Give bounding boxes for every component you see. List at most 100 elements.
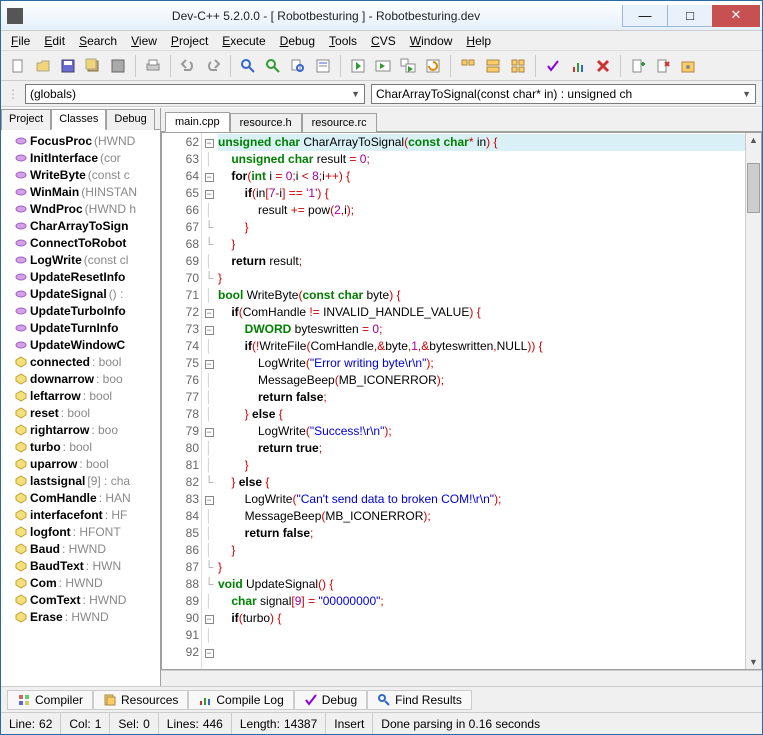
class-item[interactable]: WinMain (HINSTAN: [1, 183, 160, 200]
left-tab-classes[interactable]: Classes: [51, 109, 106, 130]
bottom-tab-find-results[interactable]: Find Results: [367, 690, 472, 710]
class-item[interactable]: UpdateResetInfo: [1, 268, 160, 285]
class-item[interactable]: reset : bool: [1, 404, 160, 421]
menu-window[interactable]: Window: [404, 32, 459, 50]
class-item[interactable]: WriteByte (const c: [1, 166, 160, 183]
left-tab-debug[interactable]: Debug: [106, 109, 154, 130]
find-icon[interactable]: [237, 55, 259, 77]
class-item[interactable]: ConnectToRobot: [1, 234, 160, 251]
minimize-button[interactable]: —: [622, 5, 668, 27]
fold-toggle-icon[interactable]: −: [205, 173, 214, 182]
fold-toggle-icon[interactable]: −: [205, 309, 214, 318]
new-icon[interactable]: [7, 55, 29, 77]
combo-grip-icon[interactable]: ⋮: [7, 87, 19, 101]
redo-icon[interactable]: [202, 55, 224, 77]
undo-icon[interactable]: [177, 55, 199, 77]
class-tree[interactable]: FocusProc (HWND InitInterface (corWriteB…: [1, 130, 160, 670]
compile-icon[interactable]: [347, 55, 369, 77]
left-tab-project[interactable]: Project: [1, 109, 51, 130]
maximize-button[interactable]: □: [667, 5, 713, 27]
compile-run-icon[interactable]: [397, 55, 419, 77]
scope-combo[interactable]: (globals)▼: [25, 84, 365, 104]
class-item[interactable]: leftarrow : bool: [1, 387, 160, 404]
rebuild-icon[interactable]: [422, 55, 444, 77]
menu-tools[interactable]: Tools: [323, 32, 363, 50]
fold-toggle-icon[interactable]: −: [205, 615, 214, 624]
editor-vscroll[interactable]: ▲ ▼: [745, 133, 761, 669]
class-item[interactable]: ComText : HWND: [1, 591, 160, 608]
class-item[interactable]: CharArrayToSign: [1, 217, 160, 234]
tree-hscroll[interactable]: [1, 670, 160, 686]
cascade-icon[interactable]: [507, 55, 529, 77]
fold-toggle-icon[interactable]: −: [205, 360, 214, 369]
save-as-icon[interactable]: [107, 55, 129, 77]
class-item[interactable]: uparrow : bool: [1, 455, 160, 472]
replace-icon[interactable]: [262, 55, 284, 77]
remove-file-icon[interactable]: [652, 55, 674, 77]
class-item[interactable]: lastsignal [9] : cha: [1, 472, 160, 489]
doc-tab-resource-rc[interactable]: resource.rc: [302, 113, 377, 132]
menu-file[interactable]: File: [5, 32, 36, 50]
class-item[interactable]: FocusProc (HWND: [1, 132, 160, 149]
save-icon[interactable]: [57, 55, 79, 77]
doc-tab-main-cpp[interactable]: main.cpp: [165, 112, 230, 132]
tile-horiz-icon[interactable]: [457, 55, 479, 77]
class-item[interactable]: UpdateSignal () :: [1, 285, 160, 302]
scroll-up-icon[interactable]: ▲: [749, 135, 758, 145]
class-item[interactable]: WndProc (HWND h: [1, 200, 160, 217]
bottom-tab-compile-log[interactable]: Compile Log: [188, 690, 293, 710]
editor-hscroll[interactable]: [161, 670, 762, 686]
class-item[interactable]: UpdateTurboInfo: [1, 302, 160, 319]
print-icon[interactable]: [142, 55, 164, 77]
code-editor[interactable]: 6263646566676869707172737475767778798081…: [161, 132, 762, 670]
class-item[interactable]: turbo : bool: [1, 438, 160, 455]
menu-help[interactable]: Help: [460, 32, 497, 50]
fold-toggle-icon[interactable]: −: [205, 428, 214, 437]
menu-cvs[interactable]: CVS: [365, 32, 402, 50]
fold-toggle-icon[interactable]: −: [205, 649, 214, 658]
fold-toggle-icon[interactable]: −: [205, 496, 214, 505]
class-item[interactable]: downarrow : boo: [1, 370, 160, 387]
check-icon[interactable]: [542, 55, 564, 77]
class-item[interactable]: UpdateTurnInfo: [1, 319, 160, 336]
menu-edit[interactable]: Edit: [38, 32, 71, 50]
menu-execute[interactable]: Execute: [216, 32, 271, 50]
scroll-down-icon[interactable]: ▼: [749, 657, 758, 667]
class-item[interactable]: Com : HWND: [1, 574, 160, 591]
fold-toggle-icon[interactable]: −: [205, 139, 214, 148]
bottom-tab-debug[interactable]: Debug: [294, 690, 367, 710]
fold-toggle-icon[interactable]: −: [205, 326, 214, 335]
menu-search[interactable]: Search: [73, 32, 123, 50]
menu-view[interactable]: View: [125, 32, 163, 50]
scroll-thumb[interactable]: [747, 163, 760, 213]
save-all-icon[interactable]: [82, 55, 104, 77]
class-item[interactable]: connected : bool: [1, 353, 160, 370]
class-item[interactable]: logfont : HFONT: [1, 523, 160, 540]
class-item[interactable]: ComHandle : HAN: [1, 489, 160, 506]
class-item[interactable]: BaudText : HWN: [1, 557, 160, 574]
class-item[interactable]: interfacefont : HF: [1, 506, 160, 523]
find-in-files-icon[interactable]: [287, 55, 309, 77]
menu-project[interactable]: Project: [165, 32, 214, 50]
bottom-tab-resources[interactable]: Resources: [93, 690, 188, 710]
class-item[interactable]: Baud : HWND: [1, 540, 160, 557]
bottom-tab-compiler[interactable]: Compiler: [7, 690, 93, 710]
doc-tab-resource-h[interactable]: resource.h: [230, 113, 302, 132]
fold-toggle-icon[interactable]: −: [205, 190, 214, 199]
project-options-icon[interactable]: [677, 55, 699, 77]
profile-icon[interactable]: [567, 55, 589, 77]
tile-vert-icon[interactable]: [482, 55, 504, 77]
class-item[interactable]: rightarrow : boo: [1, 421, 160, 438]
delete-icon[interactable]: [592, 55, 614, 77]
fold-gutter[interactable]: −│−−│└└│└│−−│−│││−││└−│││└└│−│−: [202, 133, 216, 669]
menu-debug[interactable]: Debug: [274, 32, 321, 50]
class-item[interactable]: LogWrite (const cl: [1, 251, 160, 268]
class-item[interactable]: UpdateWindowC: [1, 336, 160, 353]
class-item[interactable]: InitInterface (cor: [1, 149, 160, 166]
add-file-icon[interactable]: [627, 55, 649, 77]
open-icon[interactable]: [32, 55, 54, 77]
function-combo[interactable]: CharArrayToSignal(const char* in) : unsi…: [371, 84, 756, 104]
run-icon[interactable]: [372, 55, 394, 77]
goto-line-icon[interactable]: [312, 55, 334, 77]
code-area[interactable]: unsigned char CharArrayToSignal(const ch…: [216, 133, 745, 669]
